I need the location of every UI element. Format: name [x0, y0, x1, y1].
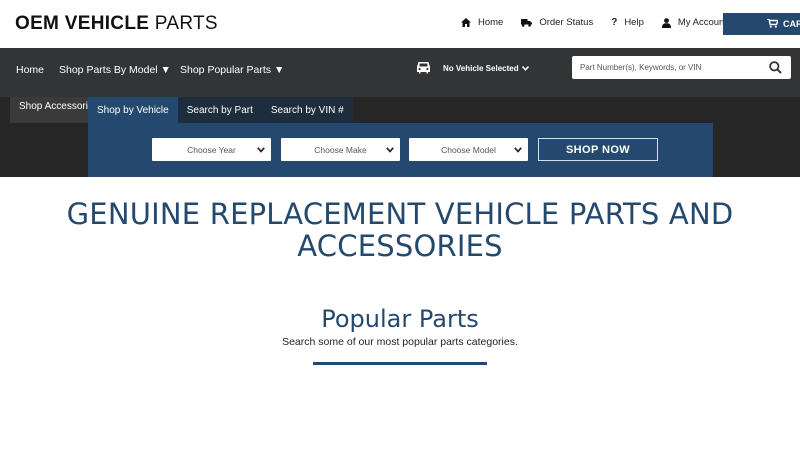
vehicle-selector-label: No Vehicle Selected — [443, 64, 519, 73]
year-select-value: Choose Year — [187, 144, 236, 155]
chevron-down-icon — [514, 145, 522, 155]
truck-icon — [521, 18, 533, 27]
headline-line-2: ACCESSORIES — [297, 229, 503, 263]
chevron-down-icon — [257, 145, 265, 155]
search-icon[interactable] — [769, 61, 782, 79]
site-logo[interactable]: OEM VEHICLE PARTS — [15, 13, 218, 35]
search-bar — [572, 56, 791, 79]
headline-line-1: GENUINE REPLACEMENT VEHICLE PARTS AND — [66, 197, 734, 231]
top-link-account-label: My Account — [677, 17, 727, 28]
nav-shop-accessories[interactable]: Shop Accessories — [10, 97, 94, 123]
cart-label: CART — [783, 19, 800, 29]
tab-search-by-vin[interactable]: Search by VIN # — [261, 97, 353, 123]
home-icon — [461, 18, 471, 27]
chevron-down-icon — [521, 64, 529, 73]
cart-icon — [767, 17, 780, 30]
vehicle-finder-panel: Choose Year Choose Make Choose Model SHO… — [88, 123, 713, 177]
popular-parts-subtitle: Search some of our most popular parts ca… — [282, 336, 518, 348]
question-icon: ? — [611, 17, 618, 28]
year-select[interactable]: Choose Year — [152, 138, 271, 161]
car-icon — [416, 61, 431, 76]
top-link-order-status-label: Order Status — [539, 17, 594, 28]
tab-shop-by-vehicle[interactable]: Shop by Vehicle — [88, 97, 178, 123]
top-link-order-status[interactable]: Order Status — [521, 17, 593, 28]
page-headline: GENUINE REPLACEMENT VEHICLE PARTS AND AC… — [0, 198, 800, 262]
model-select[interactable]: Choose Model — [409, 138, 528, 161]
finder-tabs: Shop by Vehicle Search by Part Search by… — [88, 97, 353, 123]
utility-links: Home Order Status ? Help My Account — [461, 17, 745, 28]
nav-home[interactable]: Home — [16, 64, 44, 76]
nav-shop-popular-parts[interactable]: Shop Popular Parts ▼ — [180, 64, 284, 76]
shop-now-button[interactable]: SHOP NOW — [538, 138, 658, 161]
top-link-help-label: Help — [624, 17, 644, 28]
user-icon — [661, 17, 671, 28]
logo-brand-light: PARTS — [149, 13, 218, 34]
model-select-value: Choose Model — [441, 144, 496, 155]
top-link-home-label: Home — [478, 17, 504, 28]
vehicle-selector[interactable]: No Vehicle Selected — [416, 61, 529, 76]
top-link-account[interactable]: My Account — [661, 17, 727, 28]
section-divider — [313, 362, 487, 365]
top-header: OEM VEHICLE PARTS Home Order Status ? He… — [0, 0, 800, 48]
top-link-home[interactable]: Home — [461, 17, 503, 28]
main-nav: Home Shop Parts By Model ▼ Shop Popular … — [0, 48, 800, 97]
make-select[interactable]: Choose Make — [281, 138, 400, 161]
top-link-help[interactable]: ? Help — [611, 17, 644, 28]
cart-button[interactable]: CART — [723, 13, 800, 35]
make-select-value: Choose Make — [314, 144, 367, 155]
nav-shop-by-model[interactable]: Shop Parts By Model ▼ — [59, 64, 171, 76]
chevron-down-icon — [386, 145, 394, 155]
popular-parts-title: Popular Parts — [321, 305, 479, 333]
logo-brand-bold: OEM VEHICLE — [15, 13, 150, 34]
search-input[interactable] — [572, 56, 762, 79]
tab-search-by-part[interactable]: Search by Part — [177, 97, 262, 123]
